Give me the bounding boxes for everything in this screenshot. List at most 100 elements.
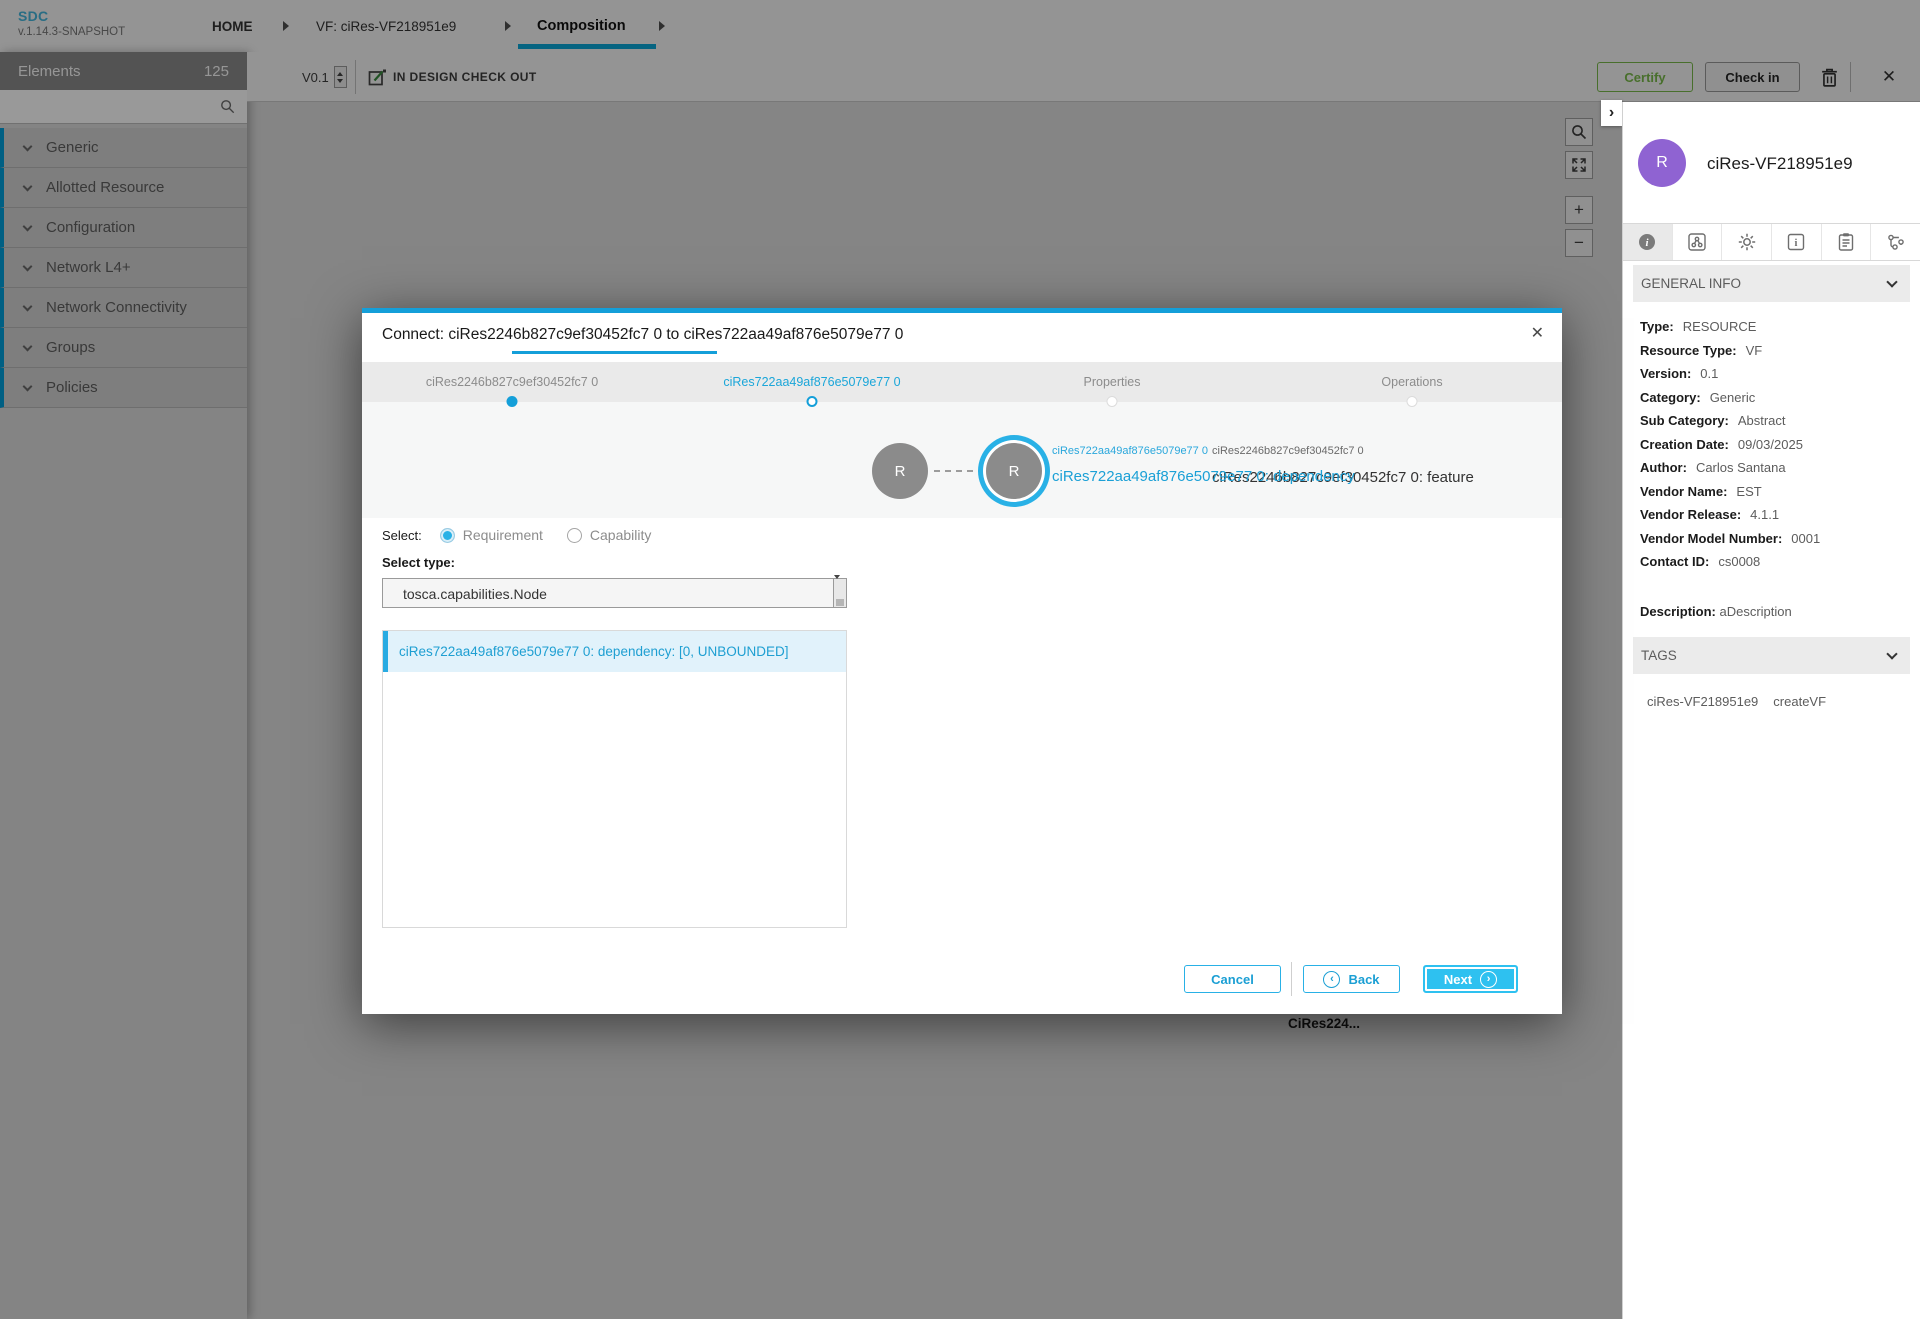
modal-title: Connect: ciRes2246b827c9ef30452fc7 0 to … [382, 326, 904, 343]
back-label: Back [1348, 971, 1380, 987]
field-label: Type: [1640, 319, 1674, 335]
scrollbar-thumb [836, 599, 844, 606]
radio-requirement-label[interactable]: Requirement [463, 527, 543, 543]
field-value: Abstract [1737, 413, 1786, 429]
info-icon: i [1639, 234, 1656, 250]
info-square-icon: i [1788, 233, 1805, 251]
field-label: Vendor Name: [1640, 483, 1728, 499]
chevron-down-icon [1886, 275, 1898, 288]
panel-collapse-button[interactable]: › [1601, 100, 1622, 126]
field-value: 4.1.1 [1750, 507, 1780, 523]
network-icon [1887, 234, 1904, 250]
select-label: Select: [382, 527, 422, 543]
description-value: aDescription [1719, 604, 1792, 619]
radio-capability-label[interactable]: Capability [590, 527, 651, 543]
field-value: Carlos Santana [1695, 460, 1786, 476]
field-label: Author: [1640, 460, 1687, 476]
tags-list: ciRes-VF218951e9 createVF [1647, 694, 1826, 709]
general-info-fields: Type: RESOURCE Resource Type: VF Version… [1640, 315, 1910, 574]
field-value: cs0008 [1718, 554, 1761, 570]
chevron-down-icon [1886, 647, 1898, 660]
field-value: 09/03/2025 [1737, 436, 1803, 452]
info-field-row: Vendor Release: 4.1.1 [1640, 503, 1910, 527]
requirement-capability-selector: Select: Requirement Capability [382, 527, 651, 543]
wizard-step-dot [806, 396, 818, 407]
description-row: Description: aDescription [1640, 604, 1792, 619]
field-value: 0.1 [1700, 366, 1719, 382]
back-button[interactable]: ‹ Back [1303, 965, 1400, 993]
source-node-name: ciRes2246b827c9ef30452fc7 0 [1212, 445, 1364, 457]
info-field-row: Version: 0.1 [1640, 362, 1910, 386]
avatar: R [1638, 139, 1686, 187]
tab-requirements[interactable] [1871, 224, 1920, 260]
arrow-right-circle-icon: › [1480, 970, 1498, 988]
field-value: EST [1736, 483, 1762, 499]
wizard-step: Operations [1262, 362, 1562, 407]
field-value: 0001 [1791, 530, 1821, 546]
wizard-steps: ciRes2246b827c9ef30452fc7 0 ciRes722aa49… [362, 362, 1562, 407]
modal-close-button[interactable]: ✕ [1531, 323, 1544, 343]
type-dropdown[interactable]: tosca.capabilities.Node [382, 575, 847, 608]
next-button[interactable]: Next › [1423, 965, 1518, 993]
select-type-label: Select type: [382, 555, 455, 570]
info-field-row: Creation Date: 09/03/2025 [1640, 433, 1910, 457]
resource-title: ciRes-VF218951e9 [1707, 154, 1853, 173]
tab-general[interactable]: i [1623, 224, 1673, 260]
target-node-badge: R [986, 443, 1042, 499]
wizard-step: ciRes722aa49af876e5079e77 0 [662, 362, 962, 407]
info-field-row: Contact ID: cs0008 [1640, 550, 1910, 574]
footer-divider [1291, 962, 1292, 996]
detail-panel: R ciRes-VF218951e9 i i GENERAL INFO Type… [1622, 102, 1920, 1319]
dropdown-arrow[interactable] [833, 575, 846, 607]
radio-requirement[interactable] [439, 527, 455, 543]
tab-designer[interactable] [1672, 224, 1723, 260]
target-connector-name: ciRes722aa49af876e5079e77 0: dependency [1052, 468, 1355, 485]
connection-dashed-line [934, 470, 984, 472]
designer-icon [1688, 233, 1706, 251]
tag-item: createVF [1773, 694, 1827, 709]
info-field-row: Category: Generic [1640, 386, 1910, 410]
svg-text:i: i [1795, 238, 1798, 249]
wizard-step-dot [1106, 396, 1118, 407]
tab-information[interactable]: i [1772, 224, 1822, 260]
connection-preview: ciRes2246b827c9ef30452fc7 0 ciRes2246b82… [362, 402, 1562, 518]
requirement-list: ciRes722aa49af876e5079e77 0: dependency:… [382, 630, 847, 928]
tag-item: ciRes-VF218951e9 [1647, 694, 1759, 709]
wizard-step-dot [506, 396, 518, 407]
field-value: RESOURCE [1682, 319, 1757, 335]
modal-footer: Cancel ‹ Back Next › [362, 962, 1562, 998]
section-title: GENERAL INFO [1641, 276, 1742, 291]
field-label: Creation Date: [1640, 436, 1729, 452]
info-field-row: Vendor Name: EST [1640, 480, 1910, 504]
panel-tab-bar: i i [1623, 223, 1920, 261]
clipboard-icon [1838, 233, 1854, 251]
requirement-list-item[interactable]: ciRes722aa49af876e5079e77 0: dependency:… [383, 631, 846, 672]
type-dropdown-value: tosca.capabilities.Node [403, 586, 547, 602]
section-title: TAGS [1641, 648, 1677, 663]
source-node-badge: R [872, 443, 928, 499]
tab-settings[interactable] [1722, 224, 1773, 260]
gear-icon [1738, 233, 1755, 251]
info-field-row: Vendor Model Number: 0001 [1640, 527, 1910, 551]
tab-deployment[interactable] [1821, 224, 1872, 260]
field-label: Resource Type: [1640, 342, 1737, 358]
sdc-application: SDC v.1.14.3-SNAPSHOT HOME VF: ciRes-VF2… [0, 0, 1920, 1319]
general-info-header[interactable]: GENERAL INFO [1633, 265, 1910, 302]
close-icon: ✕ [1530, 325, 1544, 342]
chevron-right-icon: › [1608, 104, 1615, 121]
field-label: Version: [1640, 366, 1692, 382]
field-label: Category: [1640, 389, 1701, 405]
cancel-button[interactable]: Cancel [1184, 965, 1281, 993]
arrow-left-circle-icon: ‹ [1323, 970, 1341, 988]
field-value: VF [1745, 342, 1763, 358]
field-label: Vendor Release: [1640, 507, 1742, 523]
wizard-step: Properties [962, 362, 1262, 407]
next-label: Next [1443, 971, 1473, 987]
field-label: Sub Category: [1640, 413, 1729, 429]
tags-header[interactable]: TAGS [1633, 637, 1910, 674]
wizard-step-dot [1406, 396, 1418, 407]
target-node-name: ciRes722aa49af876e5079e77 0 [1052, 445, 1208, 457]
field-label: Vendor Model Number: [1640, 530, 1783, 546]
radio-capability[interactable] [566, 527, 582, 543]
info-field-row: Sub Category: Abstract [1640, 409, 1910, 433]
